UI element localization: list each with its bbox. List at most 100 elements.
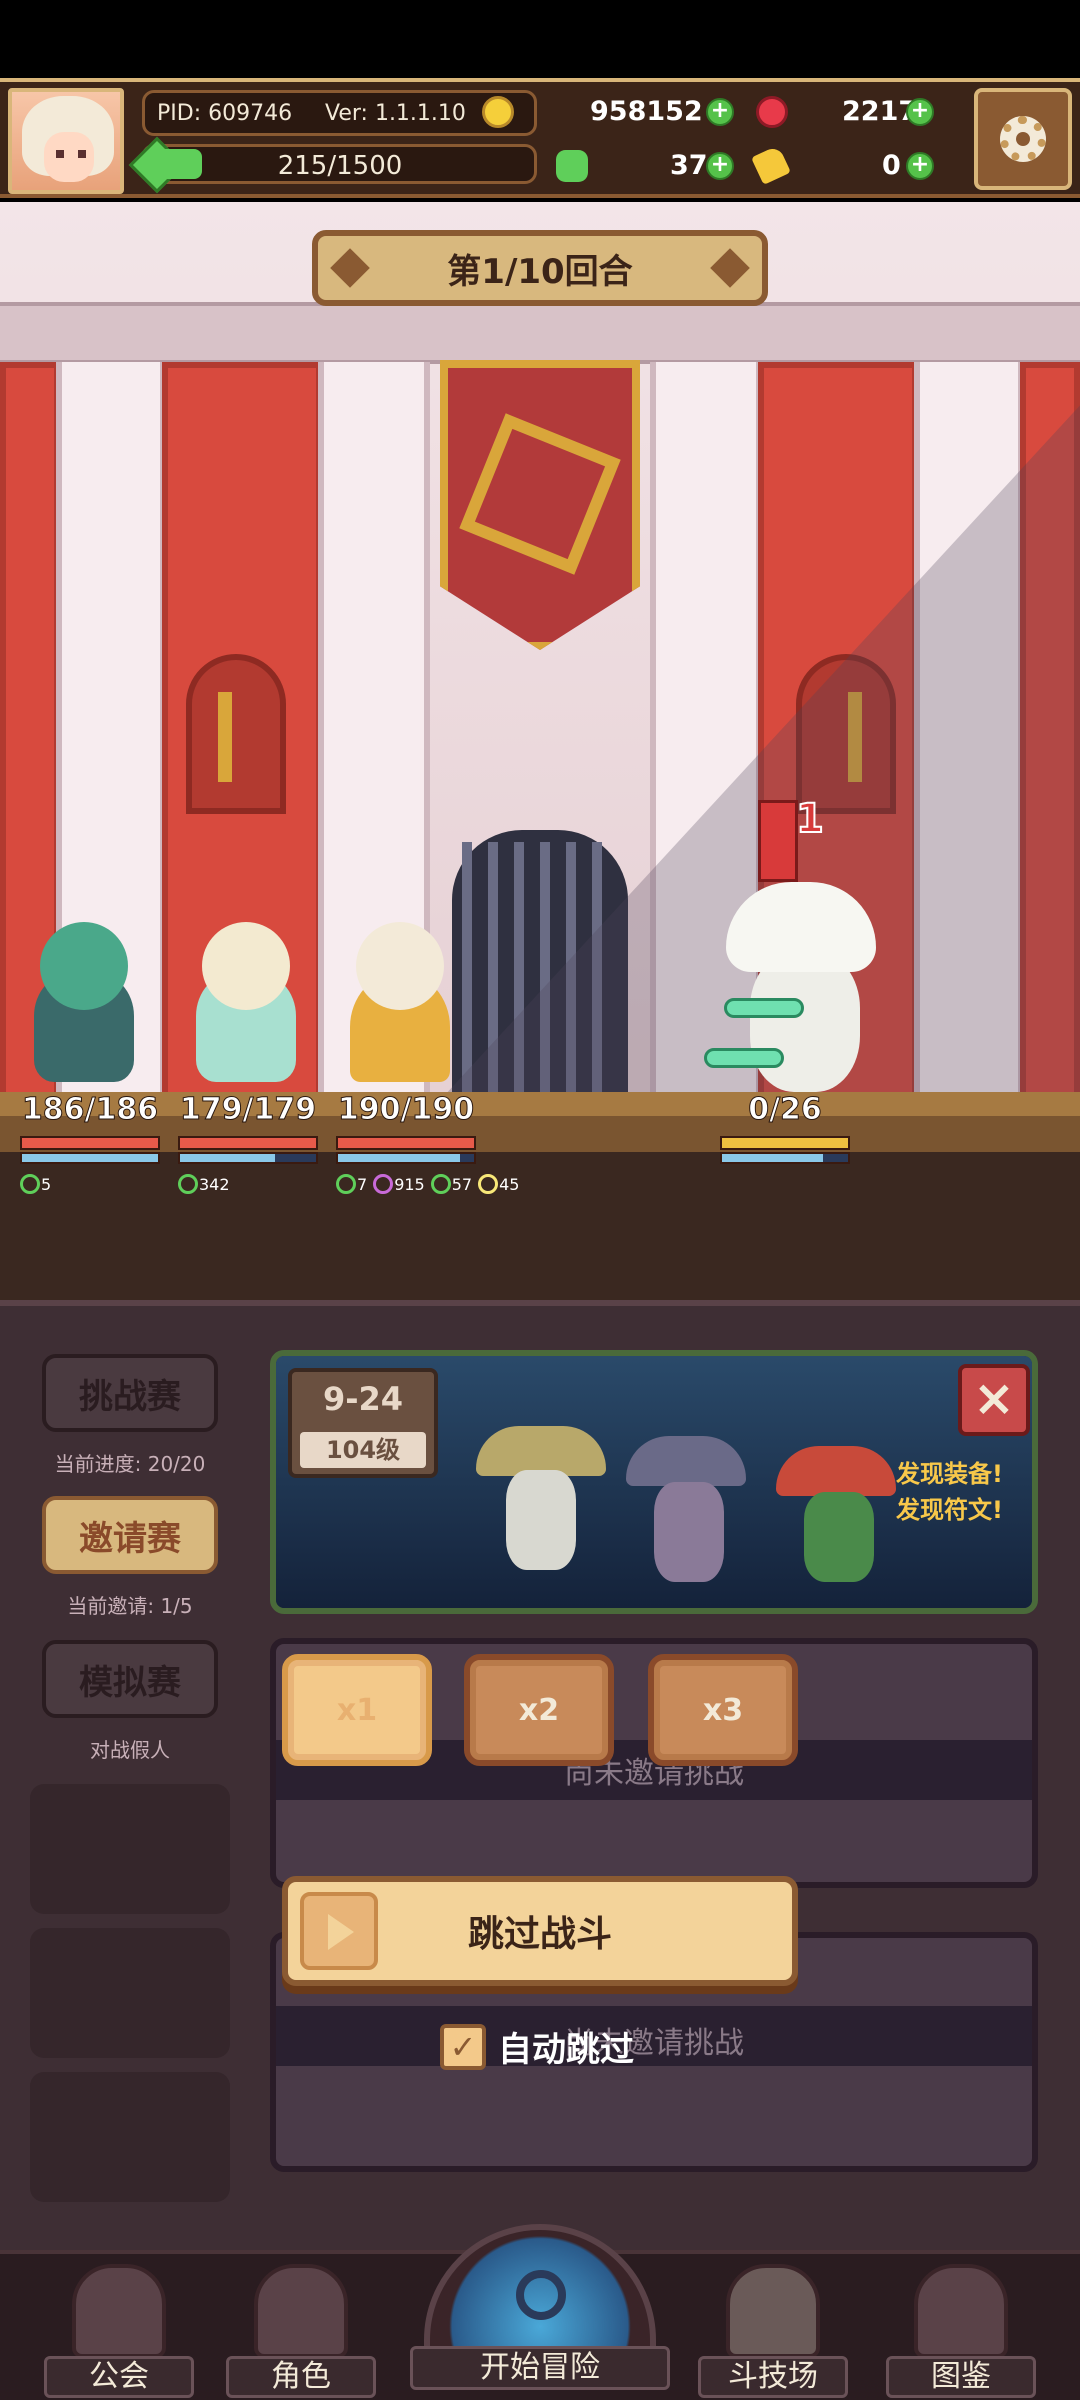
game-version: Ver: 1.1.1.10 xyxy=(325,101,466,126)
found-rune-text: 发现符文! xyxy=(896,1496,1003,1524)
speed-x3-button[interactable]: x3 xyxy=(648,1654,798,1766)
hero-2-mp-fill xyxy=(180,1154,276,1162)
hero-2-buffs: 342 xyxy=(178,1174,230,1194)
clover-buff-icon xyxy=(336,1174,356,1194)
buff: 342 xyxy=(178,1174,230,1194)
hero-1-mp-bar xyxy=(20,1152,160,1164)
enemy-body xyxy=(750,952,860,1092)
hero-3-mp-bar xyxy=(336,1152,476,1164)
hero-1-mp-fill xyxy=(22,1154,158,1162)
skip-battle-label: 跳过战斗 xyxy=(467,1914,612,1955)
simulation-match-button[interactable]: 模拟赛 xyxy=(42,1640,218,1718)
buff-value: 45 xyxy=(499,1175,520,1194)
hero-fairy[interactable] xyxy=(176,912,316,1082)
nav-guild-label: 公会 xyxy=(44,2356,194,2398)
wall-alcove xyxy=(186,654,286,814)
invite-count: 当前邀请: 1/5 xyxy=(67,1594,193,1618)
enemy-hp-bar xyxy=(720,1136,850,1150)
stage-level-plate: 9-24 104级 xyxy=(288,1368,438,1478)
invite-slot-text: 尚未邀请挑战 xyxy=(564,2026,744,2061)
nav-role[interactable]: 角色 xyxy=(226,2264,376,2400)
enemy-cap xyxy=(726,882,876,972)
nav-adventure-label: 开始冒险 xyxy=(410,2346,670,2390)
hero-3-hp: 190/190 xyxy=(337,1092,475,1128)
buff: 5 xyxy=(20,1174,51,1194)
add-clovers-button[interactable]: + xyxy=(706,152,734,180)
coin-icon xyxy=(482,96,514,128)
clover-count: 37 xyxy=(670,150,708,181)
buff: 7 xyxy=(336,1174,367,1194)
arena-panel: 挑战赛 当前进度: 20/20 邀请赛 当前邀请: 1/5 模拟赛 对战假人 9… xyxy=(0,1300,1080,2250)
buff-value: 57 xyxy=(451,1175,473,1194)
nav-codex[interactable]: 图鉴 xyxy=(886,2264,1036,2400)
hero-2-hp: 179/179 xyxy=(179,1092,317,1128)
gem-icon xyxy=(756,96,788,128)
pid-version-row: PID: 609746 Ver: 1.1.1.10 xyxy=(142,90,537,136)
round-label: 第1/10回合 xyxy=(447,251,633,292)
dart-projectile xyxy=(724,998,804,1018)
skip-battle-button[interactable]: 跳过战斗 xyxy=(282,1876,798,1986)
crossed-swords-icon xyxy=(726,2264,820,2358)
buff-value: 7 xyxy=(357,1175,368,1194)
hero-shell-princess[interactable] xyxy=(330,912,470,1082)
hero-1-hp: 186/186 xyxy=(21,1092,159,1128)
mushroom-enemy-icon xyxy=(476,1426,606,1586)
mob-body xyxy=(804,1492,874,1582)
hero-head xyxy=(356,922,444,1010)
mob-hat xyxy=(626,1436,746,1486)
enemy-white-mushroom[interactable] xyxy=(720,882,880,1102)
clover-buff-icon xyxy=(178,1174,198,1194)
invite-match-button[interactable]: 邀请赛 xyxy=(42,1496,218,1574)
player-avatar[interactable] xyxy=(8,88,124,194)
dart-projectile xyxy=(704,1048,784,1068)
clover-icon xyxy=(556,150,588,182)
stage-level: 104级 xyxy=(300,1432,426,1468)
leaf-buff-icon xyxy=(430,1174,451,1194)
speed-x1-button[interactable]: x1 xyxy=(282,1654,432,1766)
wall-cornice xyxy=(0,302,1080,364)
hero-head xyxy=(202,922,290,1010)
hero-1-buffs: 5 xyxy=(20,1174,51,1194)
add-gems-button[interactable]: + xyxy=(906,98,934,126)
battle-ground xyxy=(0,1092,1080,1300)
nav-codex-label: 图鉴 xyxy=(886,2356,1036,2398)
skull-buff-icon xyxy=(373,1174,394,1194)
clover-buff-icon xyxy=(20,1174,40,1194)
hero-2-mp-bar xyxy=(178,1152,318,1164)
nav-adventure[interactable]: 开始冒险 xyxy=(410,2224,670,2400)
hero-3-hp-bar xyxy=(336,1136,476,1150)
battle-scene: 第1/10回合 1 186/186 5 179/179 342 190/190 … xyxy=(0,202,1080,1300)
nav-role-label: 角色 xyxy=(226,2356,376,2398)
add-coins-button[interactable]: + xyxy=(706,98,734,126)
sword-icon xyxy=(218,692,232,782)
hero-bunny-girl[interactable] xyxy=(14,912,154,1082)
stage-card[interactable]: 9-24 104级 × 发现装备! 发现符文! xyxy=(270,1350,1038,1614)
speed-x2-button[interactable]: x2 xyxy=(464,1654,614,1766)
nav-arena-label: 斗技场 xyxy=(698,2356,848,2398)
settings-button[interactable] xyxy=(974,88,1072,190)
auto-skip-toggle[interactable]: ✓ 自动跳过 xyxy=(440,2022,634,2071)
hero-2-hp-bar xyxy=(178,1136,318,1150)
simulation-note: 对战假人 xyxy=(90,1738,170,1762)
mob-body xyxy=(654,1482,724,1582)
red-mushroom-enemy-icon xyxy=(776,1426,896,1586)
resource-panel: PID: 609746 Ver: 1.1.1.10 215/1500 95815… xyxy=(128,90,962,194)
empty-slot xyxy=(30,1928,230,2058)
mob-cap xyxy=(776,1446,896,1496)
close-icon[interactable]: × xyxy=(958,1364,1030,1436)
hero-3-mp-fill xyxy=(338,1154,461,1162)
enemy-status-count: 1 xyxy=(795,795,825,843)
energy-value: 215/1500 xyxy=(277,151,403,181)
add-boots-button[interactable]: + xyxy=(906,152,934,180)
energy-bar: 215/1500 xyxy=(128,136,537,194)
auto-skip-checkbox[interactable]: ✓ xyxy=(440,2023,486,2070)
stage-code: 9-24 xyxy=(322,1380,404,1418)
scroll-buff-icon xyxy=(478,1174,499,1194)
nav-guild[interactable]: 公会 xyxy=(44,2264,194,2400)
challenge-progress: 当前进度: 20/20 xyxy=(54,1452,206,1476)
buff-value: 915 xyxy=(394,1175,425,1194)
top-hud: PID: 609746 Ver: 1.1.1.10 215/1500 95815… xyxy=(0,78,1080,198)
challenge-match-button[interactable]: 挑战赛 xyxy=(42,1354,218,1432)
nav-arena[interactable]: 斗技场 xyxy=(698,2264,848,2400)
buff-value: 5 xyxy=(41,1175,52,1194)
